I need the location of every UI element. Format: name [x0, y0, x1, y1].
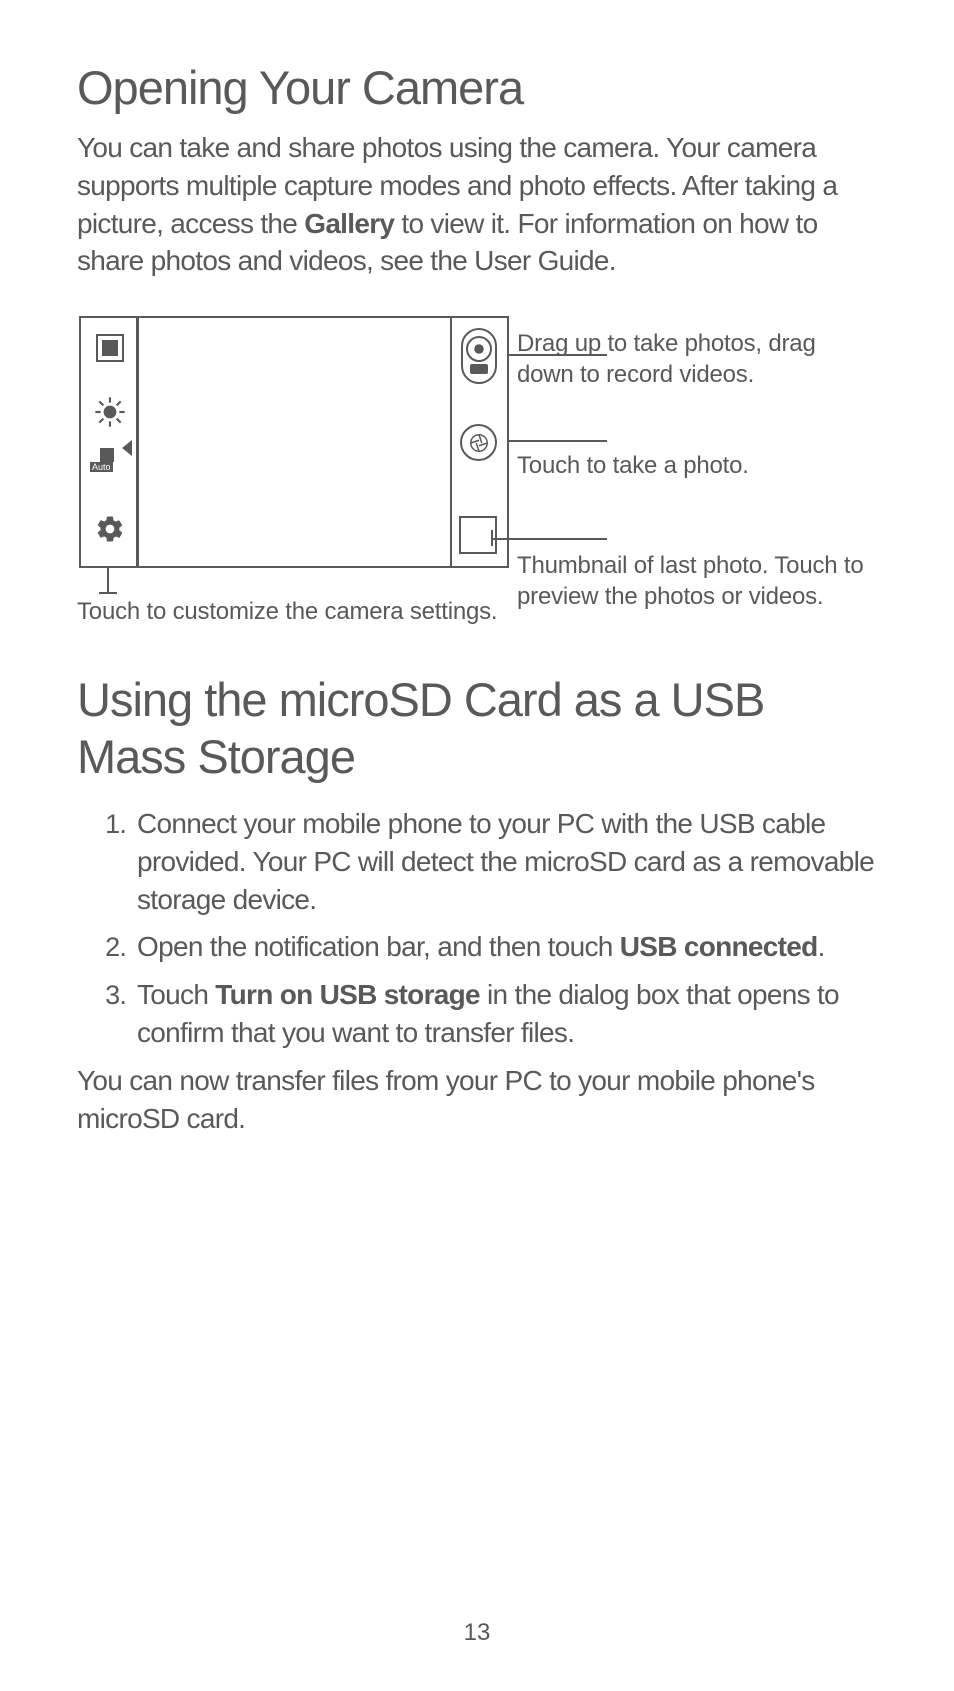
step-1: Connect your mobile phone to your PC wit… — [133, 805, 877, 918]
heading-microsd: Using the microSD Card as a USB Mass Sto… — [77, 672, 877, 785]
divider-left — [136, 317, 139, 567]
callout-line-slider — [509, 354, 607, 356]
settings-caption: Touch to customize the camera settings. — [77, 598, 517, 626]
flash-icon — [94, 396, 126, 428]
step-3-bold: Turn on USB storage — [215, 979, 480, 1010]
camera-frame: Auto — [79, 316, 509, 568]
settings-gear-icon — [95, 514, 125, 544]
diagram-labels: Drag up to take photos, drag down to rec… — [517, 316, 877, 612]
shutter-button-icon — [460, 424, 497, 461]
intro-bold-gallery: Gallery — [304, 208, 394, 239]
step-2-text-2: . — [818, 931, 825, 962]
camera-diagram: Auto — [77, 316, 877, 626]
after-paragraph: You can now transfer files from your PC … — [77, 1062, 877, 1138]
steps-list: Connect your mobile phone to your PC wit… — [77, 805, 877, 1052]
step-2-bold: USB connected — [620, 931, 818, 962]
page-number: 13 — [0, 1619, 954, 1647]
callout-line-thumb-h — [491, 538, 607, 540]
auto-mode-icon: Auto — [96, 456, 128, 488]
label-thumbnail: Thumbnail of last photo. Touch to previe… — [517, 551, 877, 612]
page: Opening Your Camera You can take and sha… — [0, 0, 954, 1691]
step-2: Open the notification bar, and then touc… — [133, 928, 877, 966]
heading-opening-camera: Opening Your Camera — [77, 60, 877, 115]
label-shutter: Touch to take a photo. — [517, 451, 877, 511]
step-2-text-1: Open the notification bar, and then touc… — [137, 931, 620, 962]
intro-paragraph: You can take and share photos using the … — [77, 129, 877, 280]
callout-line-settings-v — [107, 568, 109, 592]
viewfinder-icon — [96, 334, 124, 362]
callout-line-settings-h — [99, 592, 117, 594]
callout-line-shutter — [509, 440, 607, 442]
label-slider: Drag up to take photos, drag down to rec… — [517, 329, 877, 419]
step-3-text-1: Touch — [137, 979, 215, 1010]
capture-slider-icon — [461, 328, 497, 384]
step-3: Touch Turn on USB storage in the dialog … — [133, 976, 877, 1052]
step-1-text: Connect your mobile phone to your PC wit… — [137, 808, 874, 915]
divider-right — [450, 317, 453, 567]
camera-diagram-figure: Auto — [77, 316, 517, 626]
